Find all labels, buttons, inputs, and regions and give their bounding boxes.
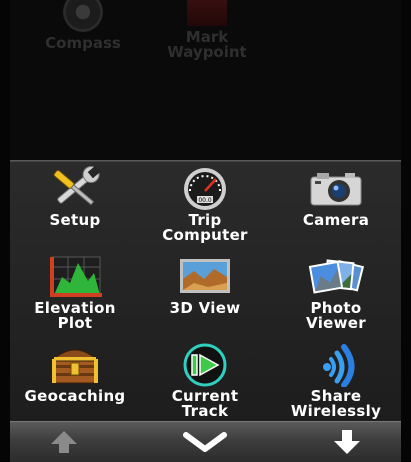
app-tile-trip-computer[interactable]: 00.0 Trip Computer bbox=[140, 161, 270, 247]
background-app-label: Mark Waypoint bbox=[167, 28, 247, 61]
photos-icon bbox=[305, 253, 367, 299]
app-tile-label: Photo Viewer bbox=[306, 299, 366, 332]
app-tile-share-wirelessly[interactable]: Share Wirelessly bbox=[271, 337, 401, 423]
wrench-screwdriver-icon bbox=[44, 165, 106, 211]
screen-bezel-right bbox=[401, 0, 411, 461]
background-app-mark-waypoint: Mark Waypoint bbox=[152, 0, 262, 60]
app-tile-label: Trip Computer bbox=[162, 211, 248, 244]
wireless-share-icon bbox=[305, 341, 367, 388]
compass-icon bbox=[63, 0, 103, 32]
app-drawer: Setup 00.0 Trip Computer Camera Elevatio… bbox=[10, 160, 401, 422]
app-tile-label: Elevation Plot bbox=[34, 299, 116, 332]
arrow-down-icon bbox=[334, 430, 360, 454]
svg-text:00.0: 00.0 bbox=[198, 197, 212, 204]
arrow-up-icon bbox=[51, 431, 77, 453]
app-tile-elevation-plot[interactable]: Elevation Plot bbox=[10, 249, 140, 335]
app-tile-setup[interactable]: Setup bbox=[10, 161, 140, 247]
camera-icon bbox=[305, 165, 367, 211]
elevation-chart-icon bbox=[44, 253, 106, 299]
background-app-area: Compass Mark Waypoint bbox=[10, 0, 401, 160]
app-tile-camera[interactable]: Camera bbox=[271, 161, 401, 247]
collapse-drawer-button[interactable] bbox=[165, 422, 245, 462]
app-tile-label: Share Wirelessly bbox=[290, 387, 382, 420]
app-tile-label: 3D View bbox=[169, 299, 241, 317]
background-app-label: Compass bbox=[45, 34, 121, 52]
app-tile-3d-view[interactable]: 3D View bbox=[140, 249, 270, 335]
bottom-nav-bar bbox=[10, 421, 401, 462]
speedometer-icon: 00.0 bbox=[174, 165, 236, 211]
app-tile-label: Geocaching bbox=[24, 387, 126, 405]
play-track-icon bbox=[174, 341, 236, 387]
app-tile-label: Current Track bbox=[171, 387, 239, 420]
app-tile-geocaching[interactable]: Geocaching bbox=[10, 337, 140, 423]
terrain-3d-icon bbox=[174, 253, 236, 299]
treasure-chest-icon bbox=[44, 341, 106, 387]
app-tile-photo-viewer[interactable]: Photo Viewer bbox=[271, 249, 401, 335]
flag-icon bbox=[187, 0, 227, 26]
chevron-down-icon bbox=[183, 432, 227, 452]
scroll-up-button[interactable] bbox=[24, 422, 104, 462]
screen-bezel-left bbox=[0, 0, 10, 461]
scroll-down-button[interactable] bbox=[307, 422, 387, 462]
app-tile-current-track[interactable]: Current Track bbox=[140, 337, 270, 423]
app-tile-label: Setup bbox=[49, 211, 101, 229]
app-tile-label: Camera bbox=[302, 211, 370, 229]
background-app-compass: Compass bbox=[28, 0, 138, 51]
